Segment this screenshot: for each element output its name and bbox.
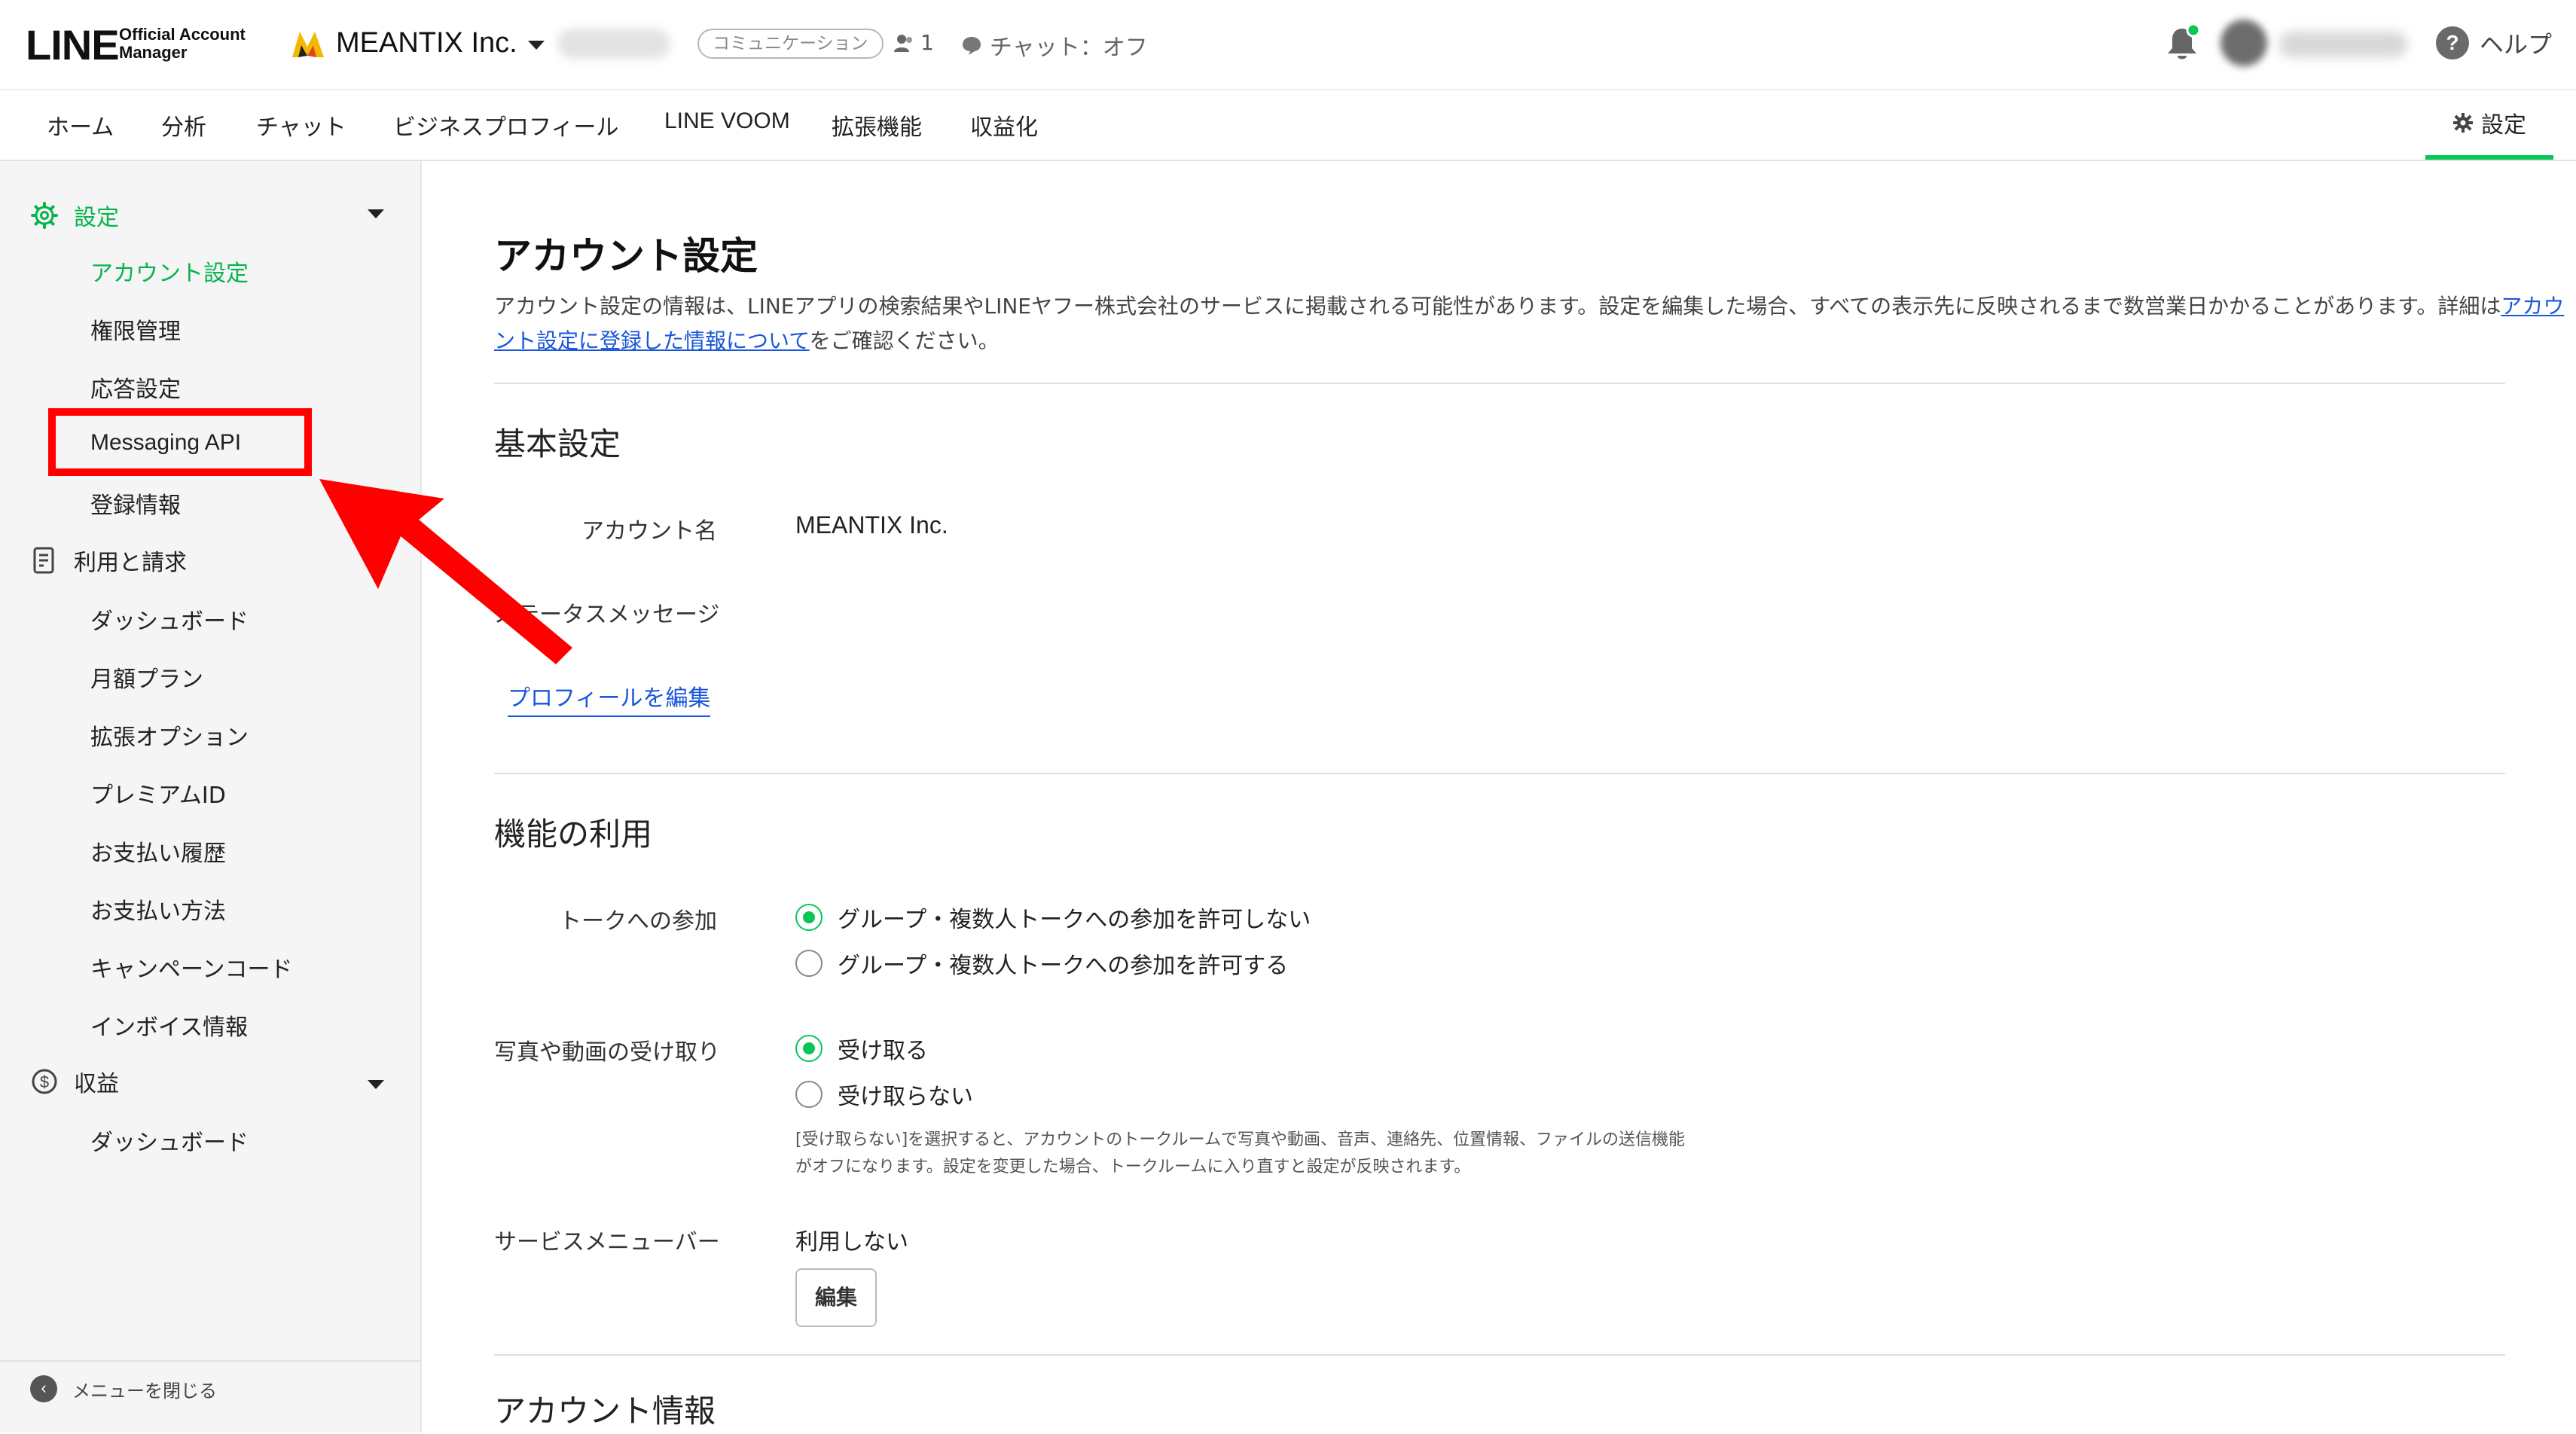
talk-participation-label: トークへの参加 (559, 908, 717, 935)
radio-unselected-icon (795, 950, 823, 977)
member-count[interactable]: 1 (893, 30, 934, 55)
annotation-highlight-box (48, 408, 312, 476)
account-info-heading: アカウント情報 (494, 1393, 716, 1429)
sidebar: 設定 アカウント設定 権限管理 応答設定 Messaging API 登録情報 … (0, 161, 422, 1432)
sidebar-item-monthly-plan[interactable]: 月額プラン (90, 661, 203, 694)
gear-outline-icon (31, 202, 58, 229)
media-receive-label: 写真や動画の受け取り (494, 1039, 720, 1066)
plan-badge: コミュニケーション (697, 29, 884, 59)
edit-button[interactable]: 編集 (795, 1268, 877, 1327)
user-avatar[interactable] (2220, 20, 2416, 68)
tab-analytics[interactable]: 分析 (161, 108, 206, 142)
sidebar-section-settings[interactable]: 設定 (30, 199, 119, 232)
svg-text:$: $ (40, 1072, 49, 1091)
radio-talk-allow[interactable]: グループ・複数人トークへの参加を許可する (795, 947, 1288, 980)
line-oa-manager-logo[interactable]: LINE Official Account Manager (26, 21, 246, 69)
tab-home[interactable]: ホーム (47, 108, 114, 142)
basic-settings-heading: 基本設定 (494, 426, 621, 462)
tab-business-profile[interactable]: ビジネスプロフィール (393, 108, 618, 142)
radio-talk-deny[interactable]: グループ・複数人トークへの参加を許可しない (795, 901, 1311, 934)
sidebar-item-revenue-dashboard[interactable]: ダッシュボード (90, 1124, 249, 1157)
main-nav: ホーム 分析 チャット ビジネスプロフィール LINE VOOM 拡張機能 収益… (0, 90, 2576, 161)
chevron-down-icon[interactable] (368, 209, 384, 218)
sidebar-section-revenue[interactable]: $ 収益 (30, 1065, 119, 1098)
tab-line-voom[interactable]: LINE VOOM (664, 108, 790, 134)
tab-extensions[interactable]: 拡張機能 (832, 108, 922, 142)
divider (494, 383, 2505, 384)
dollar-circle-icon: $ (32, 1069, 57, 1094)
account-name-label: アカウント名 (581, 518, 717, 545)
main-content: アカウント設定 アカウント設定の情報は、LINEアプリの検索結果やLINEヤフー… (420, 161, 2576, 1432)
sidebar-item-billing-dashboard[interactable]: ダッシュボード (90, 603, 249, 636)
chevron-left-icon: ‹ (30, 1375, 57, 1402)
sidebar-item-registration-info[interactable]: 登録情報 (90, 487, 181, 520)
chevron-down-icon (527, 40, 545, 50)
sidebar-item-response-settings[interactable]: 応答設定 (90, 371, 181, 404)
help-icon: ? (2436, 26, 2469, 59)
tab-settings[interactable]: 設定 (2425, 90, 2553, 160)
status-message-label: ステータスメッセージ (494, 602, 720, 628)
invoice-icon (33, 547, 54, 574)
sidebar-item-payment-history[interactable]: お支払い履歴 (90, 834, 226, 868)
account-name-value: MEANTIX Inc. (795, 511, 948, 539)
radio-selected-icon (795, 1035, 823, 1062)
chevron-down-icon[interactable] (368, 1080, 384, 1089)
notification-bell-icon[interactable] (2163, 23, 2201, 63)
sidebar-item-premium-id[interactable]: プレミアムID (90, 776, 226, 810)
sidebar-item-account-settings[interactable]: アカウント設定 (90, 255, 249, 288)
sidebar-item-campaign-code[interactable]: キャンペーンコード (90, 950, 293, 984)
sidebar-item-extension-options[interactable]: 拡張オプション (90, 719, 249, 752)
edit-profile-link[interactable]: プロフィールを編集 (508, 679, 711, 717)
sidebar-section-billing[interactable]: 利用と請求 (30, 544, 187, 577)
divider (494, 1354, 2505, 1356)
account-name: MEANTIX Inc. (336, 27, 517, 59)
sidebar-item-invoice-info[interactable]: インボイス情報 (90, 1008, 248, 1042)
service-menu-value: 利用しない (795, 1229, 908, 1256)
chat-bubble-icon (963, 37, 981, 55)
tab-chat[interactable]: チャット (256, 108, 346, 142)
tab-monetization[interactable]: 収益化 (970, 108, 1038, 142)
person-icon (894, 34, 912, 52)
page-description: アカウント設定の情報は、LINEアプリの検索結果やLINEヤフー株式会社のサービ… (494, 294, 2565, 353)
features-heading: 機能の利用 (494, 816, 653, 853)
account-switcher[interactable]: MEANTIX Inc. (291, 27, 545, 59)
account-id-blurred (557, 29, 670, 59)
radio-media-reject[interactable]: 受け取らない (795, 1078, 973, 1111)
top-header: LINE Official Account Manager MEANTIX In… (0, 0, 2576, 90)
divider (494, 773, 2505, 774)
radio-media-accept[interactable]: 受け取る (795, 1032, 928, 1065)
chat-status[interactable]: チャット：オフ (961, 29, 1148, 62)
radio-selected-icon (795, 904, 823, 931)
logo-line-text: LINE (26, 21, 120, 69)
user-name-blurred (2279, 32, 2407, 57)
media-note: [受け取らない]を選択すると、アカウントのトークルームで写真や動画、音声、連絡先… (795, 1130, 1685, 1176)
gear-icon (2453, 113, 2473, 133)
close-menu-button[interactable]: ‹ メニューを閉じる (30, 1375, 217, 1402)
account-logo-icon (292, 31, 324, 57)
page-title: アカウント設定 (494, 234, 758, 278)
logo-subtitle: Official Account Manager (119, 25, 246, 62)
radio-unselected-icon (795, 1081, 823, 1108)
avatar (2220, 20, 2267, 66)
help-link[interactable]: ? ヘルプ (2436, 26, 2552, 60)
sidebar-item-payment-method[interactable]: お支払い方法 (90, 892, 226, 926)
service-menu-label: サービスメニューバー (494, 1229, 720, 1256)
sidebar-item-permissions[interactable]: 権限管理 (90, 313, 181, 346)
